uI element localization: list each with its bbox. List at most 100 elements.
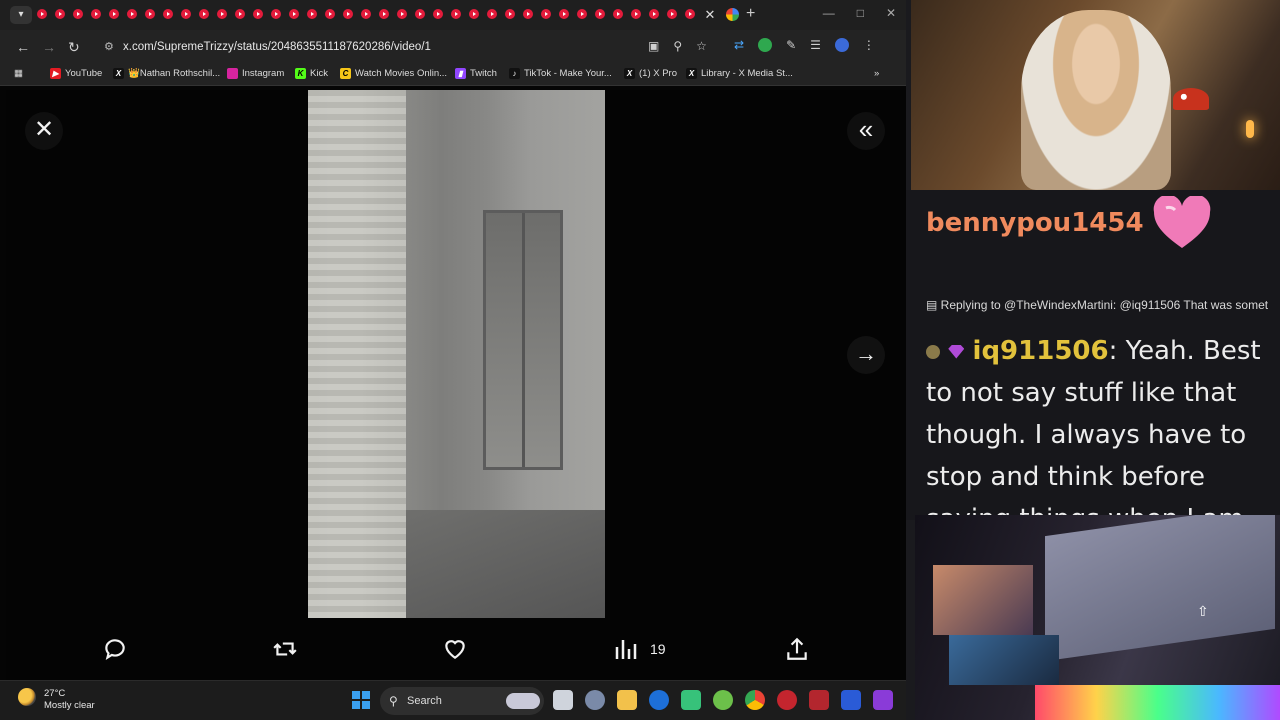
tab-search-button[interactable]: ▾ bbox=[10, 6, 32, 24]
repost-button[interactable] bbox=[271, 636, 299, 662]
window-close-icon[interactable]: ✕ bbox=[886, 6, 896, 20]
youtube-tab-icon[interactable] bbox=[469, 9, 479, 19]
voicemeeter-icon[interactable] bbox=[809, 690, 829, 710]
install-app-icon[interactable]: ▣ bbox=[648, 39, 659, 53]
game-app-icon[interactable] bbox=[873, 690, 893, 710]
bookmark-tiktok[interactable]: ♪ TikTok - Make Your... bbox=[509, 68, 612, 79]
settings-icon[interactable] bbox=[585, 690, 605, 710]
youtube-tab-icon[interactable] bbox=[253, 9, 263, 19]
media-app-icon[interactable] bbox=[841, 690, 861, 710]
bookmark-twitch[interactable]: ▮ Twitch bbox=[455, 68, 497, 79]
views-button[interactable]: 19 bbox=[614, 636, 666, 662]
youtube-tab-icon[interactable] bbox=[235, 9, 245, 19]
youtube-tab-icon[interactable] bbox=[109, 9, 119, 19]
youtube-tab-icon[interactable] bbox=[649, 9, 659, 19]
youtube-tab-icon[interactable] bbox=[685, 9, 695, 19]
youtube-tab-icon[interactable] bbox=[145, 9, 155, 19]
collapse-panel-button[interactable]: « bbox=[847, 112, 885, 150]
bookmark-nathan[interactable]: X 👑Nathan Rothschil... bbox=[113, 68, 220, 79]
shield-app-icon[interactable] bbox=[777, 690, 797, 710]
youtube-tab-icon[interactable] bbox=[523, 9, 533, 19]
youtube-tab-icon[interactable] bbox=[343, 9, 353, 19]
weather-widget[interactable]: 27°C Mostly clear bbox=[18, 688, 95, 712]
share-icon-reflection: ⇧ bbox=[1197, 603, 1209, 619]
youtube-tab-icon[interactable] bbox=[163, 9, 173, 19]
apps-grid-icon[interactable]: ▦ bbox=[14, 68, 23, 79]
more-bookmarks-icon[interactable]: » bbox=[874, 68, 879, 79]
back-icon[interactable]: ← bbox=[16, 39, 30, 55]
youtube-tab-icon[interactable] bbox=[379, 9, 389, 19]
google-tab-icon[interactable] bbox=[726, 8, 739, 21]
site-info-icon[interactable]: ⚙ bbox=[104, 35, 114, 59]
youtube-tab-icon[interactable] bbox=[577, 9, 587, 19]
streamer-figure bbox=[1021, 10, 1171, 190]
chrome-icon[interactable] bbox=[745, 690, 765, 710]
utorrent-icon[interactable] bbox=[713, 690, 733, 710]
windows-start-icon[interactable] bbox=[352, 691, 370, 709]
task-view-icon[interactable] bbox=[553, 690, 573, 710]
youtube-tab-icon[interactable] bbox=[217, 9, 227, 19]
x-icon: X bbox=[113, 68, 124, 79]
discord-icon[interactable] bbox=[681, 690, 701, 710]
youtube-tab-icon[interactable] bbox=[73, 9, 83, 19]
youtube-tab-icon[interactable] bbox=[361, 9, 371, 19]
video-frame-floor bbox=[406, 510, 605, 618]
youtube-tab-icon[interactable] bbox=[397, 9, 407, 19]
youtube-tab-icon[interactable] bbox=[595, 9, 605, 19]
youtube-tab-icon[interactable] bbox=[55, 9, 65, 19]
youtube-tab-icon[interactable] bbox=[415, 9, 425, 19]
shield-extension-icon[interactable] bbox=[758, 38, 773, 52]
youtube-tab-icon[interactable] bbox=[541, 9, 551, 19]
youtube-tab-icon[interactable] bbox=[127, 9, 137, 19]
minimize-icon[interactable]: — bbox=[823, 6, 835, 20]
youtube-tab-icon[interactable] bbox=[451, 9, 461, 19]
youtube-tab-icon[interactable] bbox=[37, 9, 47, 19]
youtube-tab-icon[interactable] bbox=[505, 9, 515, 19]
zoom-icon[interactable]: ⚲ bbox=[673, 39, 682, 53]
new-tab-button[interactable]: + bbox=[746, 5, 755, 23]
bookmark-youtube[interactable]: ▶ YouTube bbox=[50, 68, 102, 79]
maximize-icon[interactable]: □ bbox=[857, 6, 864, 20]
address-bar[interactable]: ⚙ x.com/SupremeTrizzy/status/20486355111… bbox=[96, 35, 636, 59]
reload-icon[interactable]: ↻ bbox=[68, 39, 80, 55]
browser-menu-icon[interactable]: ⋮ bbox=[863, 38, 875, 52]
bookmark-movies[interactable]: C Watch Movies Onlin... bbox=[340, 68, 447, 79]
youtube-tab-icon[interactable] bbox=[433, 9, 443, 19]
omnibox-actions: ▣ ⚲ ☆ bbox=[648, 39, 707, 53]
youtube-tab-icon[interactable] bbox=[91, 9, 101, 19]
forward-icon[interactable]: → bbox=[42, 39, 56, 55]
like-button[interactable] bbox=[442, 636, 468, 662]
close-viewer-button[interactable]: ✕ bbox=[25, 112, 63, 150]
profile-avatar-icon[interactable] bbox=[834, 38, 849, 52]
next-media-button[interactable]: → bbox=[847, 336, 885, 374]
translate-extension-icon[interactable]: ⇄ bbox=[734, 38, 744, 52]
ccleaner-icon[interactable] bbox=[649, 690, 669, 710]
reply-button[interactable] bbox=[102, 636, 128, 662]
youtube-tab-icon[interactable] bbox=[307, 9, 317, 19]
movies-icon: C bbox=[340, 68, 351, 79]
bookmark-instagram[interactable]: Instagram bbox=[227, 68, 284, 79]
media-controls-icon[interactable]: ☰ bbox=[810, 38, 821, 52]
youtube-tab-icon[interactable] bbox=[271, 9, 281, 19]
youtube-tab-icon[interactable] bbox=[667, 9, 677, 19]
bookmark-star-icon[interactable]: ☆ bbox=[696, 39, 707, 53]
youtube-tab-icon[interactable] bbox=[181, 9, 191, 19]
file-explorer-icon[interactable] bbox=[617, 690, 637, 710]
media-viewer: ✕ « → 19 bbox=[6, 90, 906, 680]
youtube-tab-icon[interactable] bbox=[487, 9, 497, 19]
youtube-tab-icon[interactable] bbox=[289, 9, 299, 19]
close-tab-icon[interactable]: ✕ bbox=[700, 4, 720, 26]
share-button[interactable] bbox=[784, 636, 810, 662]
taskbar-search[interactable]: ⚲ Search bbox=[380, 687, 544, 715]
post-actions: 19 bbox=[6, 630, 906, 670]
youtube-tab-icon[interactable] bbox=[559, 9, 569, 19]
bookmark-kick[interactable]: K Kick bbox=[295, 68, 328, 79]
bookmark-xpro[interactable]: X (1) X Pro bbox=[624, 68, 677, 79]
youtube-tab-icon[interactable] bbox=[631, 9, 641, 19]
video-player[interactable] bbox=[308, 90, 605, 618]
bookmark-library[interactable]: X Library - X Media St... bbox=[686, 68, 793, 79]
extensions-puzzle-icon[interactable]: ✎ bbox=[786, 38, 796, 52]
youtube-tab-icon[interactable] bbox=[199, 9, 209, 19]
youtube-tab-icon[interactable] bbox=[613, 9, 623, 19]
youtube-tab-icon[interactable] bbox=[325, 9, 335, 19]
